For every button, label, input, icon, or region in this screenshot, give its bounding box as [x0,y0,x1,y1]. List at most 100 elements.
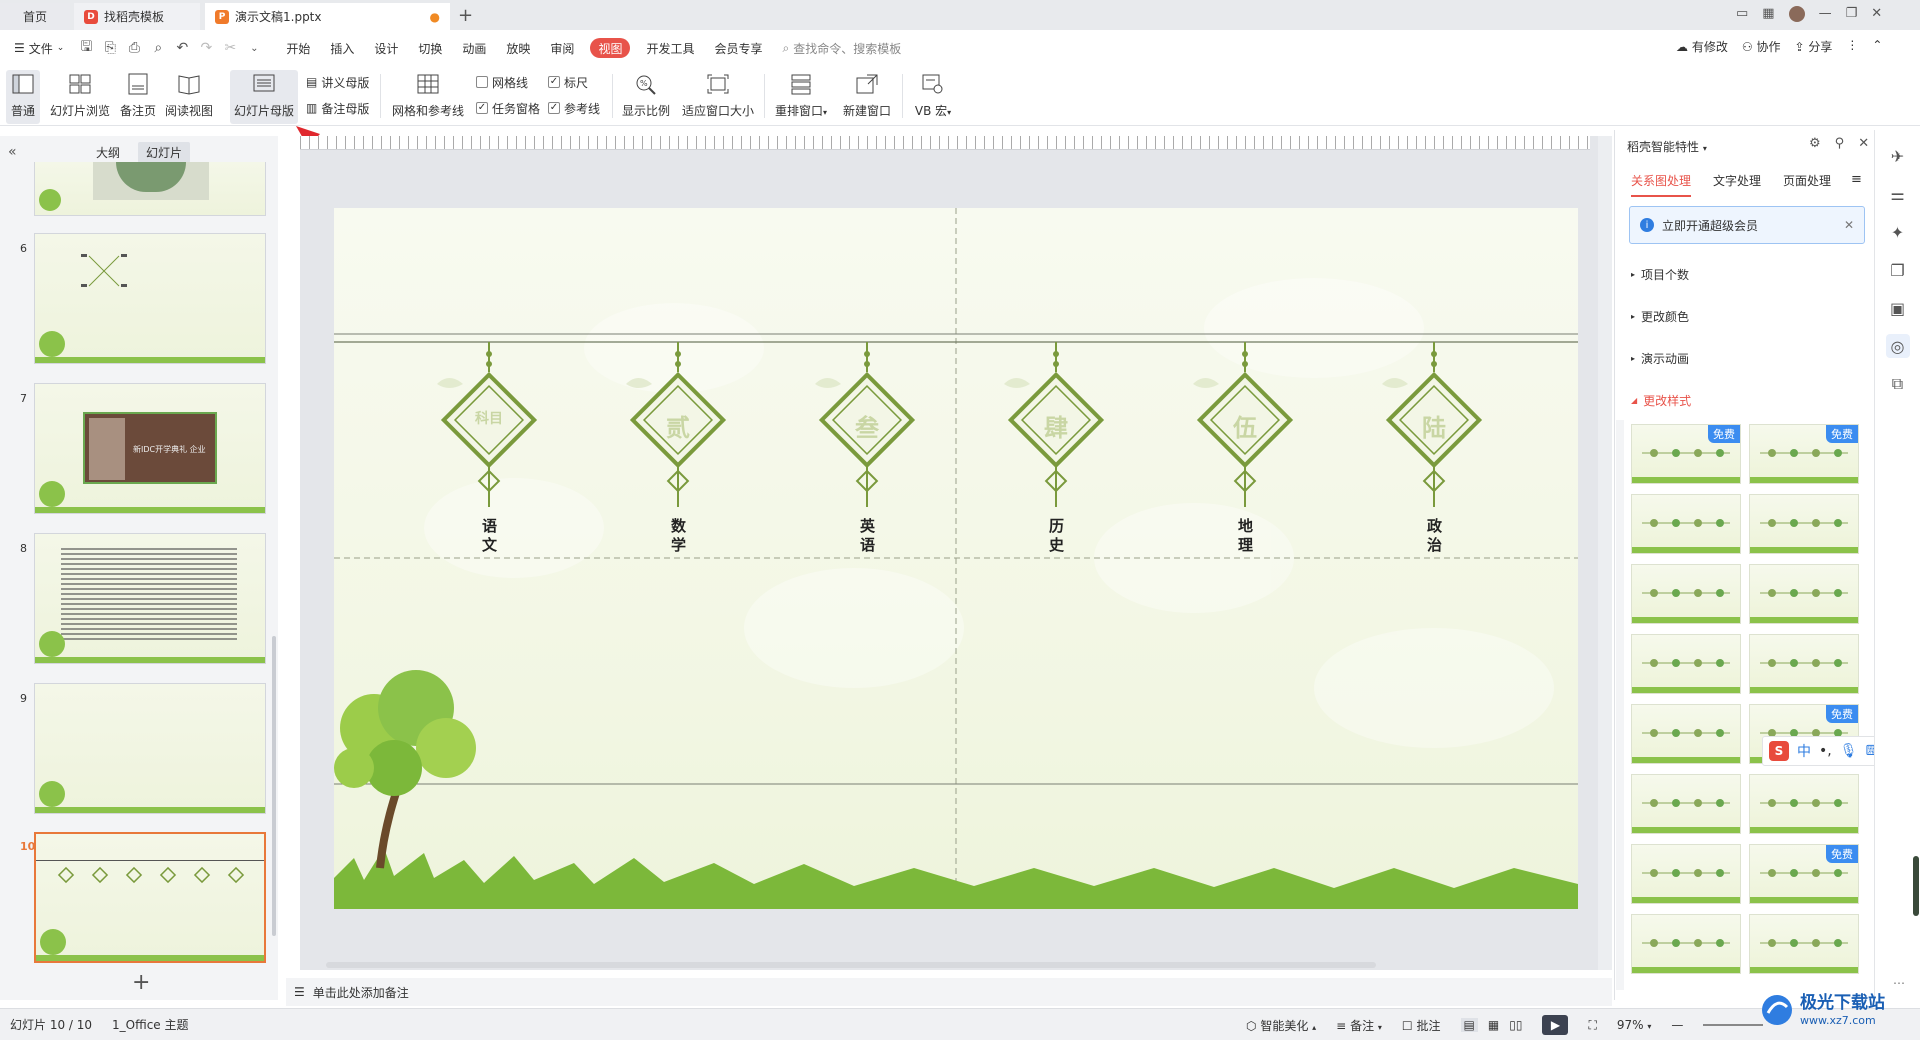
editor-vertical-scrollbar[interactable] [1598,136,1612,970]
section-animation[interactable]: ▸ 演示动画 [1631,350,1689,367]
undo-icon[interactable]: ↶ [170,36,194,60]
new-window-button[interactable]: 新建窗口 [840,70,894,124]
menu-transition[interactable]: 切换 [408,36,452,60]
menu-design[interactable]: 设计 [364,36,408,60]
gridlines-checkbox[interactable]: 网格线 [476,72,528,92]
style-card[interactable] [1631,774,1741,834]
slide-thumbnail-7[interactable]: 新IDC开学典礼 企业 [34,383,266,514]
style-card[interactable] [1631,844,1741,904]
menu-developer[interactable]: 开发工具 [636,36,704,60]
layout-icon[interactable]: ▭ [1736,6,1748,22]
style-card[interactable]: 免费 [1749,844,1859,904]
add-slide-plus-icon[interactable]: + [132,970,150,995]
rearrange-window-button[interactable]: 重排窗口▾ [770,70,832,124]
style-card[interactable] [1631,704,1741,764]
redo-icon[interactable]: ↷ [194,36,218,60]
new-tab-plus-icon[interactable]: + [458,5,473,26]
track-changes-button[interactable]: ☁ 有修改 [1676,38,1728,55]
style-card[interactable] [1749,914,1859,974]
slide-thumbnail-9[interactable] [34,683,266,814]
vip-banner[interactable]: i 立即开通超级会员 ✕ [1629,206,1865,244]
task-pane-checkbox[interactable]: ✓ 任务窗格 [476,98,540,118]
customize-quick-access-icon[interactable]: ⌄ [242,36,266,60]
collapse-ribbon-icon[interactable]: ⌃ [1872,38,1882,55]
book-open-icon[interactable]: ⧉ [1886,372,1910,396]
section-change-color[interactable]: ▸ 更改颜色 [1631,308,1689,325]
copy-icon[interactable]: ❐ [1886,258,1910,282]
subject-hanger[interactable]: 伍地理 [1185,342,1305,572]
tab-document[interactable]: P 演示文稿1.pptx ● [205,3,450,30]
avatar[interactable] [1788,6,1805,22]
print-preview-icon[interactable]: ⌕ [146,36,170,60]
section-change-style[interactable]: ◢ 更改样式 [1631,392,1691,409]
normal-view-button[interactable]: 普通 [6,70,40,124]
notes-page-button[interactable]: 备注页 [118,70,158,124]
slide-sorter-button[interactable]: 幻灯片浏览 [48,70,112,124]
handout-master-button[interactable]: ▤ 讲义母版 [306,72,369,92]
notes-toggle-button[interactable]: ≡ 备注 ▾ [1336,1017,1382,1034]
sorter-view-status-icon[interactable]: ▦ [1488,1018,1499,1032]
normal-view-status-icon[interactable]: ▤ [1460,1018,1478,1032]
reading-view-status-icon[interactable]: ▯▯ [1509,1018,1522,1032]
tab-page-processing[interactable]: 页面处理 [1783,172,1831,189]
style-card[interactable] [1631,634,1741,694]
collapse-panel-icon[interactable]: « [8,144,17,160]
fit-window-button[interactable]: 适应窗口大小 [680,70,756,124]
menu-animation[interactable]: 动画 [452,36,496,60]
pin-icon[interactable]: ⚲ [1835,136,1845,151]
tab-text-processing[interactable]: 文字处理 [1713,172,1761,189]
minimize-icon[interactable]: — [1819,6,1832,22]
subject-hanger[interactable]: 陆政治 [1374,342,1494,572]
style-card[interactable]: 免费 [1749,424,1859,484]
slide-thumbnail-5[interactable] [34,162,266,216]
side-handle[interactable] [1913,856,1919,916]
command-search[interactable]: ⌕ 查找命令、搜索模板 [772,36,911,60]
cards-scroll-track[interactable] [1616,420,1624,990]
close-window-icon[interactable]: ✕ [1871,6,1882,22]
style-card[interactable] [1749,774,1859,834]
slide-master-button[interactable]: 幻灯片母版 [230,70,298,124]
theme-name[interactable]: 1_Office 主题 [112,1016,188,1033]
menu-insert[interactable]: 插入 [320,36,364,60]
panel-title[interactable]: 稻壳智能特性 ▾ [1627,138,1707,155]
zoom-slider[interactable] [1703,1024,1764,1026]
compass-icon[interactable]: ◎ [1885,334,1910,358]
sliders-icon[interactable]: ⚌ [1886,182,1910,206]
slide-thumbnail-8[interactable] [34,533,266,664]
notes-master-button[interactable]: ▥ 备注母版 [306,98,369,118]
subject-hanger[interactable]: 贰数学 [618,342,738,572]
notes-bar[interactable]: ☰ 单击此处添加备注 [286,978,1612,1006]
export-pdf-icon[interactable]: ⎘ [98,36,122,60]
smart-beautify-button[interactable]: ⬡ 智能美化 ▴ [1246,1017,1316,1034]
zoom-out-icon[interactable]: — [1671,1018,1683,1032]
slides-scrollbar[interactable] [272,636,276,936]
section-item-count[interactable]: ▸ 项目个数 [1631,266,1689,283]
subject-hanger[interactable]: 叁英语 [807,342,927,572]
subject-hanger[interactable]: 科目 语文 [429,342,549,572]
tab-home[interactable]: 首页 [0,3,70,30]
guides-checkbox[interactable]: ✓ 参考线 [548,98,600,118]
style-card[interactable] [1749,564,1859,624]
subject-hanger[interactable]: 肆历史 [996,342,1116,572]
tab-slides[interactable]: 幻灯片 [138,142,191,163]
menu-member[interactable]: 会员专享 [704,36,772,60]
share-button[interactable]: ⇪ 分享 [1794,38,1832,55]
apps-grid-icon[interactable]: ▦ [1762,6,1774,22]
style-card[interactable] [1631,494,1741,554]
menu-slideshow[interactable]: 放映 [496,36,540,60]
menu-icon[interactable]: ≡ [1851,172,1862,187]
format-painter-icon[interactable]: ✂ [218,36,242,60]
file-menu[interactable]: ☰ 文件 ⌄ [0,36,74,60]
restore-icon[interactable]: ❐ [1846,6,1858,22]
slide-thumbnail-10[interactable] [34,832,266,963]
close-panel-icon[interactable]: ✕ [1858,136,1869,151]
vb-macro-button[interactable]: VB 宏▾ [908,70,958,124]
reading-view-button[interactable]: 阅读视图 [164,70,214,124]
save-icon[interactable]: 🖫 [74,36,98,60]
zoom-button[interactable]: % 显示比例 [620,70,672,124]
style-card[interactable] [1749,494,1859,554]
settings-gear-icon[interactable]: ⚙ [1809,136,1821,151]
play-slideshow-icon[interactable]: ▶ [1542,1015,1569,1035]
print-icon[interactable]: ⎙ [122,36,146,60]
image-icon[interactable]: ▣ [1886,296,1910,320]
